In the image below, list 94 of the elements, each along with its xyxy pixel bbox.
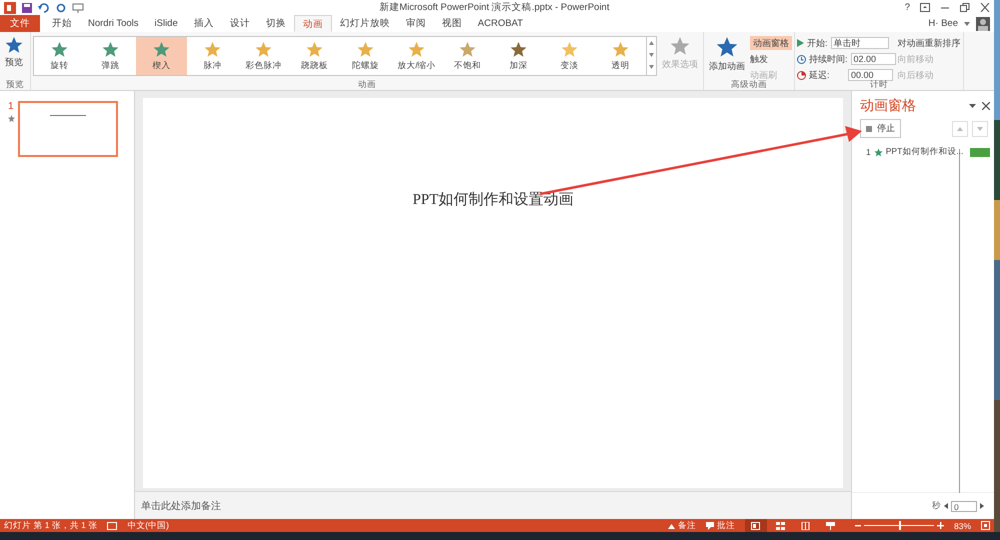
seconds-label[interactable]: 秒 [932,500,941,512]
title-line-icon [50,115,86,116]
animation-option[interactable]: 变淡 [544,37,595,75]
star-plus-icon [716,36,738,58]
file-tab[interactable]: 文件 [0,15,40,32]
duration-label: 持续时间: [809,52,848,66]
animation-option[interactable]: 彩色脉冲 [238,37,289,75]
slide-number: 1 [8,101,15,112]
grid-view-icon [776,522,786,530]
animation-pane-button[interactable]: 动画窗格 [750,36,792,50]
slide-count: 幻灯片 第 1 张，共 1 张 [4,520,98,532]
timing-bar [970,148,990,156]
animation-option[interactable]: 弹跳 [85,37,136,75]
delay-icon [797,70,806,80]
pane-title: 动画窗格 [860,97,917,115]
right-icon [980,503,984,509]
minus-icon [854,524,861,526]
trigger-button[interactable]: 触发 [750,52,792,66]
ribbon-tab[interactable]: 插入 [186,15,222,32]
ribbon-tab[interactable]: iSlide [146,15,186,32]
timeline-scale-field[interactable]: 0 [951,500,977,512]
caret-icon [969,104,976,108]
presentation-icon [72,2,84,12]
notes-icon [668,522,675,529]
animation-option[interactable]: 旋转 [34,37,85,75]
notes-field[interactable]: 单击此处添加备注 [135,491,851,519]
ribbon-tab[interactable]: 切换 [258,15,294,32]
ribbon-tab[interactable]: 审阅 [398,15,434,32]
add-animation-button[interactable]: 添加动画 [706,34,748,75]
ribbon-tab[interactable]: 设计 [222,15,258,32]
slide-thumbnail[interactable] [18,101,118,157]
star-icon [670,36,690,56]
window-title: 新建Microsoft PowerPoint 演示文稿.pptx - PowerPoint [378,1,610,14]
close-icon [980,3,990,12]
animation-option[interactable]: 陀螺旋 [340,37,391,75]
ribbon-tab[interactable]: 视图 [434,15,470,32]
help-button[interactable]: ? [904,2,910,13]
animation-option[interactable]: 不饱和 [442,37,493,75]
close-icon [982,102,990,110]
animation-option[interactable]: 透明 [595,37,646,75]
animation-option[interactable]: 放大/缩小 [391,37,442,75]
start-label: 开始: [807,36,828,50]
user-name[interactable]: H· Bee [928,18,958,29]
play-icon [797,39,804,47]
ribbon-tab[interactable]: 幻灯片放映 [332,15,398,32]
plus-icon [936,522,944,529]
undo-icon [38,2,50,12]
stop-button[interactable]: 停止 [860,119,901,138]
preview-button[interactable]: 预览 [2,34,26,71]
slideshow-icon [826,522,836,530]
ribbon-display-icon [920,3,930,12]
ribbon-tab[interactable]: 动画 [294,15,332,32]
animation-item[interactable]: PPT如何制作和设... [886,146,964,158]
start-dropdown[interactable]: 单击时 [830,37,889,49]
ribbon-tab[interactable]: Nordri Tools [80,15,147,32]
restore-icon [960,3,970,12]
delay-field[interactable]: 00.00 [848,69,893,81]
group-label: 动画 [357,79,377,90]
avatar-icon [976,16,990,30]
item-number: 1 [866,147,871,157]
duration-field[interactable]: 02.00 [850,53,896,65]
animation-option[interactable]: 加深 [493,37,544,75]
animation-option[interactable]: 跷跷板 [289,37,340,75]
star-icon [874,148,883,156]
reading-view-icon [801,522,810,530]
star-play-icon [5,36,23,54]
stop-icon [866,126,872,132]
slide-canvas[interactable]: PPT如何制作和设置动画 [143,98,843,488]
zoom-level[interactable]: 83% [954,520,971,530]
slider-thumb[interactable] [898,521,901,530]
clock-icon [797,54,806,64]
delay-label: 延迟: [809,68,831,82]
slide-title: PPT如何制作和设置动画 [412,190,574,210]
notes-button[interactable]: 备注 [668,520,696,532]
caret-icon [964,22,970,26]
group-label: 高级动画 [730,79,767,90]
language-label[interactable]: 中文(中国) [127,520,169,532]
ribbon-tab[interactable]: ACROBAT [470,15,531,32]
ribbon-tab[interactable]: 开始 [44,15,80,32]
group-label: 预览 [5,79,25,90]
comment-icon [706,522,714,530]
animation-option[interactable]: 脉冲 [187,37,238,75]
down-icon [977,126,983,130]
animation-star-icon [8,115,15,122]
reorder-label: 对动画重新排序 [898,36,961,50]
fit-window-icon [981,521,990,530]
normal-view-icon [751,522,760,530]
animation-option[interactable]: 楔入 [136,37,187,75]
group-label: 计时 [868,79,889,90]
up-icon [957,126,963,130]
comments-button[interactable]: 批注 [706,520,735,532]
left-icon [944,503,948,509]
save-icon [22,2,32,12]
view-button[interactable] [744,519,767,532]
